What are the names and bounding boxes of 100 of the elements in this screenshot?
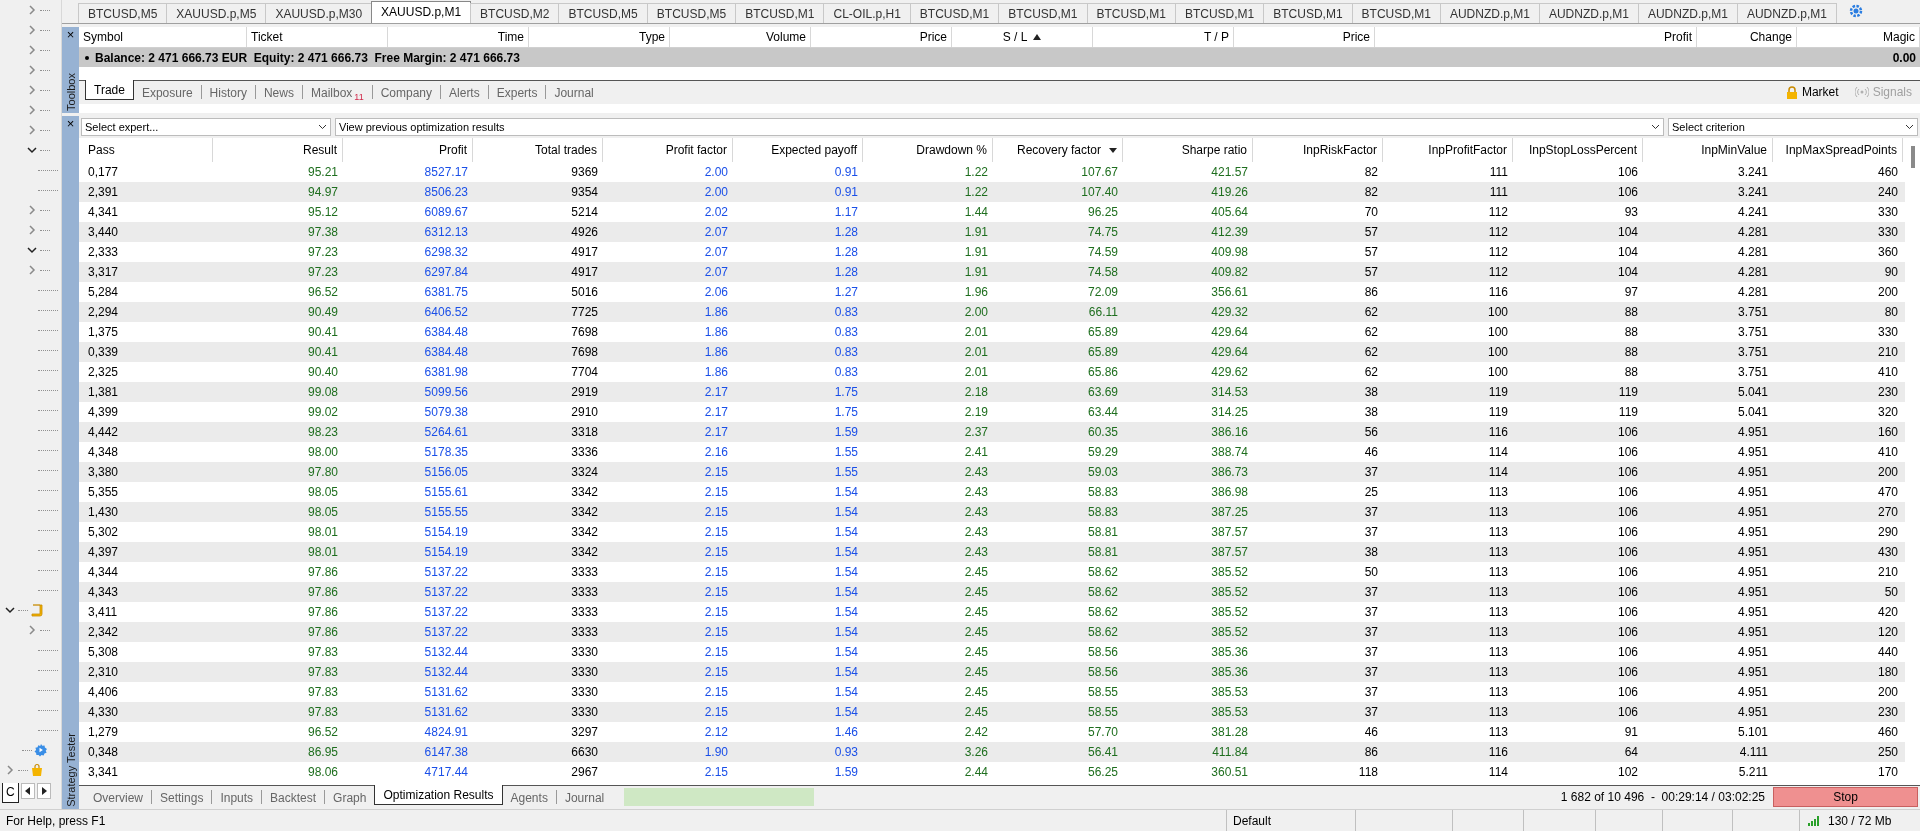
scroll-right-button[interactable] <box>36 783 51 799</box>
expand-icon[interactable] <box>26 64 38 76</box>
tab[interactable]: Overview <box>85 788 151 806</box>
tab[interactable]: Exposure <box>133 83 201 101</box>
table-cell-text: 97.83 <box>306 664 339 681</box>
column-header[interactable]: T / P <box>1093 27 1234 47</box>
tab[interactable]: Agents <box>502 788 556 806</box>
chart-tab[interactable]: BTCUSD,M1 <box>998 3 1088 23</box>
expand-icon[interactable] <box>26 4 38 16</box>
chart-tab[interactable]: BTCUSD,M5 <box>78 3 168 23</box>
column-header[interactable]: Price <box>811 27 952 47</box>
table-cell-text: 58.83 <box>1086 484 1119 501</box>
results-dropdown[interactable]: View previous optimization results <box>335 118 1664 136</box>
expand-icon[interactable] <box>4 764 16 776</box>
table-row[interactable]: 4,397 98.01 5154.19 3342 2.15 1.54 2.43 58.81 387.57 38 113 106 4.951 430 <box>79 542 1905 562</box>
chart-tab[interactable]: BTCUSD,M5 <box>646 3 737 23</box>
chart-tab[interactable]: XAUUSD.p,M1 <box>371 1 472 23</box>
chart-tab[interactable]: BTCUSD,M2 <box>470 3 560 23</box>
collapse-icon[interactable] <box>26 244 38 256</box>
expand-icon[interactable] <box>26 204 38 216</box>
settings-icon[interactable] <box>1847 3 1864 19</box>
collapse-icon[interactable] <box>26 144 38 156</box>
table-cell-text: 6381.98 <box>423 364 469 381</box>
tab[interactable]: Trade <box>85 80 134 100</box>
chart-tab[interactable]: BTCUSD,M1 <box>735 3 825 23</box>
tab[interactable]: Backtest <box>262 788 325 806</box>
column-header[interactable]: Time <box>388 27 529 47</box>
scroll-left-button[interactable] <box>20 783 35 799</box>
column-header[interactable]: Price <box>1234 27 1375 47</box>
chart-tab[interactable]: BTCUSD,M1 <box>909 3 1000 23</box>
table-cell-text: 240 <box>1876 184 1899 201</box>
tab[interactable]: Alerts <box>441 83 488 101</box>
table-row[interactable]: 2,391 94.97 8506.23 9354 2.00 0.91 1.22 107.40 419.26 82 111 106 3.241 240 <box>79 182 1905 202</box>
expand-icon[interactable] <box>26 44 38 56</box>
expand-icon[interactable] <box>26 124 38 136</box>
chart-tab[interactable]: BTCUSD,M5 <box>558 3 648 23</box>
expand-icon[interactable] <box>26 104 38 116</box>
chart-tab[interactable]: BTCUSD,M1 <box>1263 3 1353 23</box>
table-cell-text: 0.93 <box>833 744 859 761</box>
chart-tab[interactable]: BTCUSD,M1 <box>1351 3 1441 23</box>
tab[interactable]: News <box>255 83 302 101</box>
table-row[interactable]: 3,440 97.38 6312.13 4926 2.07 1.28 1.91 74.75 412.39 57 112 104 4.281 330 <box>79 222 1905 242</box>
column-header[interactable]: Symbol <box>79 27 247 47</box>
column-header[interactable]: Ticket <box>247 27 388 47</box>
column-header[interactable]: Change <box>1697 27 1797 47</box>
table-row[interactable]: 2,342 97.86 5137.22 3333 2.15 1.54 2.45 58.62 385.52 37 113 106 4.951 120 <box>79 622 1905 642</box>
chart-tab[interactable]: BTCUSD,M1 <box>1086 3 1176 23</box>
column-header[interactable]: Profit <box>1375 27 1697 47</box>
chart-tab[interactable]: XAUUSD.p,M30 <box>265 3 373 23</box>
chart-tab[interactable]: AUDNZD.p,M1 <box>1538 3 1639 23</box>
expand-icon[interactable] <box>26 624 38 636</box>
expand-icon[interactable] <box>26 84 38 96</box>
table-row[interactable]: 3,380 97.80 5156.05 3324 2.15 1.55 2.43 59.03 386.73 37 114 106 4.951 200 <box>79 462 1905 482</box>
tab[interactable]: Inputs <box>212 788 262 806</box>
table-row[interactable]: 3,317 97.23 6297.84 4917 2.07 1.28 1.91 74.58 409.82 57 112 104 4.281 90 <box>79 262 1905 282</box>
chart-tab[interactable]: AUDNZD.p,M1 <box>1637 3 1738 23</box>
close-button[interactable]: × <box>66 29 75 41</box>
profit-total: 0.00 <box>1891 50 1917 65</box>
table-row[interactable]: 2,294 90.49 6406.52 7725 1.86 0.83 2.00 66.11 429.32 62 100 88 3.751 80 <box>79 302 1905 322</box>
table-cell-text: 0,348 <box>87 744 120 761</box>
close-button[interactable]: × <box>66 118 75 130</box>
collapse-icon[interactable] <box>4 604 16 616</box>
table-cell-text: 112 <box>1487 244 1509 261</box>
market-button[interactable]: Market <box>1777 81 1847 99</box>
criterion-dropdown[interactable]: Select criterion <box>1668 118 1918 136</box>
chart-tab[interactable]: AUDNZD.p,M1 <box>1736 3 1837 23</box>
table-row[interactable]: 1,381 99.08 5099.56 2919 2.17 1.75 2.18 63.69 314.53 38 119 119 5.041 230 <box>79 382 1905 402</box>
table-row[interactable]: 0,339 90.41 6384.48 7698 1.86 0.83 2.01 65.89 429.64 62 100 88 3.751 210 <box>79 342 1905 362</box>
expert-dropdown[interactable]: Select expert... <box>81 118 331 136</box>
table-cell-text: 114 <box>1487 764 1509 781</box>
table-row[interactable]: 2,310 97.83 5132.44 3330 2.15 1.54 2.45 58.56 385.36 37 113 106 4.951 180 <box>79 662 1905 682</box>
expand-icon[interactable] <box>26 224 38 236</box>
tab[interactable]: Journal <box>556 788 613 806</box>
tab[interactable]: Settings <box>152 788 212 806</box>
chart-tab[interactable]: BTCUSD,M1 <box>1174 3 1265 23</box>
chart-tab[interactable]: XAUUSD.p,M5 <box>166 3 267 23</box>
stop-button[interactable]: Stop <box>1773 787 1918 807</box>
chart-tab[interactable]: CL-OIL.p,H1 <box>823 3 911 23</box>
table-row[interactable]: 4,330 97.83 5131.62 3330 2.15 1.54 2.45 58.55 385.53 37 113 106 4.951 230 <box>79 702 1905 722</box>
tab[interactable]: History <box>201 83 255 101</box>
table-row[interactable]: 1,430 98.05 5155.55 3342 2.15 1.54 2.43 58.83 387.25 37 113 106 4.951 270 <box>79 502 1905 522</box>
table-row[interactable]: 4,343 97.86 5137.22 3333 2.15 1.54 2.45 58.62 385.52 37 113 106 4.951 50 <box>79 582 1905 602</box>
tab[interactable]: Optimization Results <box>374 785 503 805</box>
column-header[interactable]: Volume <box>670 27 811 47</box>
tab[interactable]: Company <box>372 83 441 101</box>
column-header[interactable]: Type <box>529 27 670 47</box>
column-header[interactable]: S / L <box>952 27 1093 47</box>
table-row[interactable]: 4,442 98.23 5264.61 3318 2.17 1.59 2.37 60.35 386.16 56 116 106 4.951 160 <box>79 422 1905 442</box>
expand-icon[interactable] <box>26 264 38 276</box>
table-cell-text: 37 <box>1363 664 1379 681</box>
tab[interactable]: Graph <box>325 788 375 806</box>
table-cell-text: 72.09 <box>1086 284 1119 301</box>
column-header[interactable]: Magic <box>1797 27 1920 47</box>
tab[interactable]: Journal <box>546 83 602 101</box>
tab[interactable]: Experts <box>488 83 546 101</box>
table-cell-text: 405.64 <box>1210 204 1249 221</box>
chart-tab[interactable]: AUDNZD.p,M1 <box>1439 3 1540 23</box>
navigator-tab[interactable]: C <box>2 783 19 803</box>
expand-icon[interactable] <box>26 24 38 36</box>
table-row[interactable]: 0,348 86.95 6147.38 6630 1.90 0.93 3.26 56.41 411.84 86 116 64 4.111 250 <box>79 742 1905 762</box>
